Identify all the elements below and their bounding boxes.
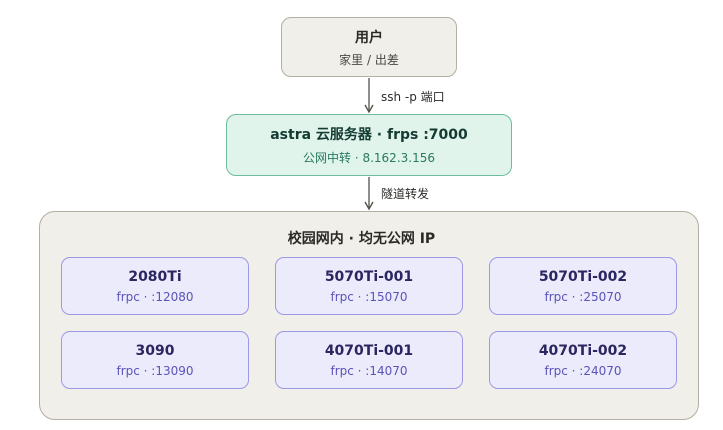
gpu-node-5070ti-001: 5070Ti-001 frpc · :15070 [275,257,463,315]
gpu-node-4070ti-001: 4070Ti-001 frpc · :14070 [275,331,463,389]
gpu-port: frpc · :24070 [544,363,622,378]
gpu-port: frpc · :12080 [116,289,194,304]
user-node: 用户 家里 / 出差 [281,17,457,77]
gpu-port: frpc · :15070 [330,289,408,304]
gpu-node-3090: 3090 frpc · :13090 [61,331,249,389]
campus-title: 校园网内 · 均无公网 IP [287,231,436,247]
user-title: 用户 [355,29,383,46]
gpu-node-5070ti-002: 5070Ti-002 frpc · :25070 [489,257,677,315]
gpu-name: 5070Ti-002 [538,268,628,285]
gpu-name: 4070Ti-001 [324,342,414,359]
gpu-name: 3090 [135,342,175,359]
server-node: astra 云服务器 · frps :7000 公网中转 · 8.162.3.1… [226,114,512,176]
gpu-port: frpc · :14070 [330,363,408,378]
edge-label-tunnel: 隧道转发 [381,187,430,201]
user-subtitle: 家里 / 出差 [339,52,399,67]
gpu-name: 5070Ti-001 [324,268,414,285]
gpu-port: frpc · :25070 [544,289,622,304]
gpu-node-2080ti: 2080Ti frpc · :12080 [61,257,249,315]
gpu-node-4070ti-002: 4070Ti-002 frpc · :24070 [489,331,677,389]
edge-label-ssh: ssh -p 端口 [381,90,445,104]
gpu-name: 4070Ti-002 [538,342,628,359]
gpu-name: 2080Ti [128,268,182,285]
server-title: astra 云服务器 · frps :7000 [270,127,468,143]
gpu-port: frpc · :13090 [116,363,194,378]
server-subtitle: 公网中转 · 8.162.3.156 [303,151,435,165]
